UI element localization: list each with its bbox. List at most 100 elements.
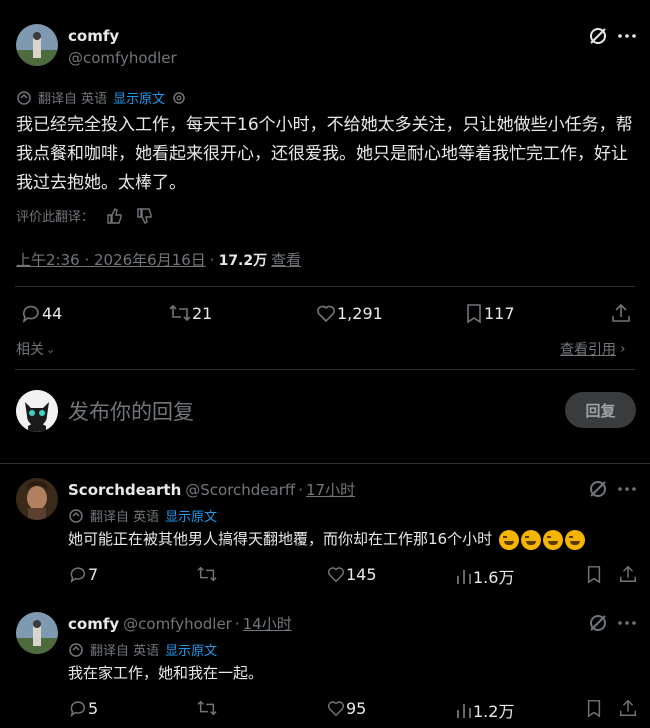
- thumbs-down-icon[interactable]: [136, 207, 154, 225]
- heart-icon: [327, 567, 345, 583]
- reply-submit-button[interactable]: 回复: [565, 392, 636, 428]
- views-button[interactable]: 1.2万: [455, 698, 514, 722]
- translate-icon: [68, 642, 84, 658]
- author-avatar[interactable]: [16, 24, 58, 66]
- rolling-laughing-emoji: [520, 529, 541, 550]
- divider: [15, 369, 635, 370]
- reply-input[interactable]: 发布你的回复: [68, 396, 194, 426]
- translation-bar: 翻译自 英语 显示原文: [68, 640, 217, 659]
- share-icon: [612, 303, 630, 322]
- post-meta: 上午2:36 · 2026年6月16日 · 17.2万 查看: [16, 249, 301, 270]
- more-options-icon[interactable]: [616, 613, 638, 633]
- like-count: 1,291: [337, 303, 383, 323]
- related-label: 相关: [16, 342, 44, 358]
- related-dropdown[interactable]: 相关 ⌄: [16, 339, 55, 359]
- divider: [15, 286, 635, 287]
- reply-handle[interactable]: @Scorchdearff: [185, 481, 295, 499]
- reply-handle[interactable]: @comfyhodler: [123, 615, 232, 633]
- chevron-right-icon: ›: [620, 341, 626, 357]
- translate-icon: [68, 508, 84, 524]
- reply-author-avatar[interactable]: [16, 478, 58, 520]
- retweet-button[interactable]: [196, 564, 218, 584]
- reply-display-name[interactable]: Scorchdearth: [68, 481, 181, 499]
- show-original-link[interactable]: 显示原文: [165, 506, 217, 525]
- retweet-button[interactable]: [196, 698, 218, 718]
- share-button[interactable]: [618, 698, 638, 718]
- reply-display-name[interactable]: comfy: [68, 615, 119, 633]
- reply-time[interactable]: 14小时: [243, 613, 292, 634]
- author-display-name[interactable]: comfy: [68, 27, 119, 45]
- retweet-icon: [197, 566, 217, 582]
- views-count: 1.2万: [473, 702, 515, 721]
- meta-separator: ·: [234, 614, 240, 633]
- views-button[interactable]: 1.6万: [455, 564, 514, 588]
- post-text: 我已经完全投入工作，每天干16个小时，不给她太多关注，只让她做些小任务，帮我点餐…: [16, 115, 633, 193]
- grok-icon[interactable]: [588, 26, 608, 46]
- bookmark-icon: [467, 304, 481, 324]
- thumbs-up-icon[interactable]: [106, 207, 124, 225]
- grok-icon[interactable]: [588, 479, 608, 499]
- retweet-button[interactable]: 21: [168, 302, 212, 324]
- bar-chart-icon: [457, 704, 471, 718]
- share-icon: [620, 565, 636, 582]
- post-timestamp[interactable]: 上午2:36 · 2026年6月16日: [16, 249, 206, 270]
- divider: [0, 463, 650, 464]
- translation-bar: 翻译自 英语 显示原文: [16, 88, 187, 107]
- bookmark-icon: [587, 566, 601, 584]
- reply-icon: [70, 567, 86, 584]
- reply-text-row: 她可能正在被其他男人搞得天翻地覆，而你却在工作那16个小时: [68, 528, 585, 550]
- reply-author-avatar[interactable]: [16, 612, 58, 654]
- bar-chart-icon: [457, 570, 471, 584]
- like-button[interactable]: 95: [326, 698, 366, 718]
- reply-count: 7: [88, 564, 99, 584]
- like-button[interactable]: 1,291: [315, 302, 383, 324]
- user-avatar[interactable]: [16, 390, 58, 432]
- bookmark-button[interactable]: [585, 564, 603, 584]
- rolling-laughing-emoji: [542, 529, 563, 550]
- share-button[interactable]: [610, 302, 632, 324]
- settings-gear-icon[interactable]: [171, 90, 187, 106]
- translated-from-label: 翻译自 英语: [38, 92, 108, 107]
- reply-header: comfy @comfyhodler · 14小时: [68, 613, 292, 634]
- retweet-icon: [169, 304, 191, 322]
- share-icon: [620, 699, 636, 716]
- more-options-icon[interactable]: [616, 26, 638, 46]
- meta-separator: ·: [298, 480, 304, 499]
- like-count: 145: [346, 564, 377, 584]
- reply-count: 5: [88, 698, 99, 718]
- reply-text: 我在家工作，她和我在一起。: [68, 664, 264, 682]
- bookmark-count: 117: [484, 303, 515, 323]
- reply-icon: [70, 701, 86, 718]
- views-count: 1.6万: [473, 568, 515, 587]
- like-button[interactable]: 145: [326, 564, 377, 584]
- translated-from-label: 翻译自 英语: [90, 644, 160, 659]
- reply-button[interactable]: 5: [68, 698, 98, 718]
- rolling-laughing-emoji: [564, 529, 585, 550]
- share-button[interactable]: [618, 564, 638, 584]
- reply-time[interactable]: 17小时: [306, 479, 355, 500]
- view-quotes-link[interactable]: 查看引用 ›: [560, 339, 626, 359]
- retweet-count: 21: [192, 303, 213, 323]
- heart-icon: [327, 701, 345, 717]
- view-quotes-label: 查看引用: [560, 342, 616, 358]
- views-label[interactable]: 查看: [271, 249, 301, 270]
- translate-icon: [16, 90, 32, 106]
- bookmark-button[interactable]: 117: [464, 302, 515, 324]
- more-options-icon[interactable]: [616, 479, 638, 499]
- views-count: 17.2万: [218, 252, 268, 269]
- reply-text: 她可能正在被其他男人搞得天翻地覆，而你却在工作那16个小时: [68, 530, 493, 548]
- reply-button[interactable]: 44: [20, 302, 62, 324]
- meta-separator: ·: [209, 250, 215, 269]
- bookmark-icon: [587, 700, 601, 718]
- rolling-laughing-emoji: [498, 529, 519, 550]
- heart-icon: [317, 305, 335, 323]
- bookmark-button[interactable]: [585, 698, 603, 718]
- show-original-link[interactable]: 显示原文: [165, 640, 217, 659]
- grok-icon[interactable]: [588, 613, 608, 633]
- rate-translation-label: 评价此翻译：: [16, 210, 95, 225]
- show-original-link[interactable]: 显示原文: [113, 88, 165, 107]
- reply-icon: [22, 305, 39, 323]
- reply-button[interactable]: 7: [68, 564, 98, 584]
- author-handle[interactable]: @comfyhodler: [68, 49, 177, 67]
- like-count: 95: [346, 698, 367, 718]
